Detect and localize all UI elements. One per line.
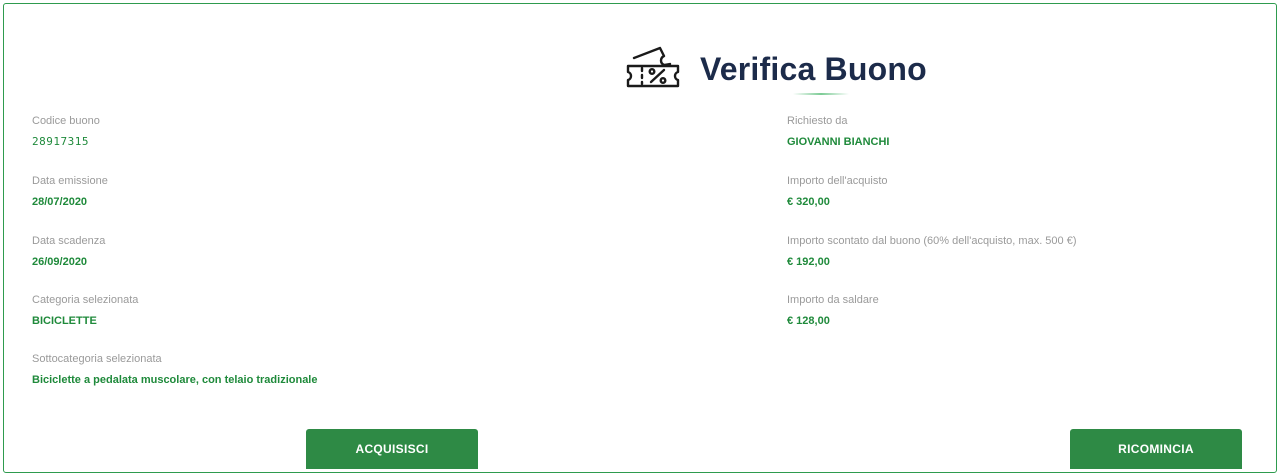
restart-button[interactable]: RICOMINCIA [1070,429,1242,469]
field-value: GIOVANNI BIANCHI [787,136,890,148]
field-requested-by: Richiesto da GIOVANNI BIANCHI [787,114,889,149]
field-label: Importo da saldare [787,294,879,306]
field-label: Importo dell'acquisto [787,175,888,187]
field-value: 26/09/2020 [32,256,88,268]
field-subcategory: Sottocategoria selezionata Biciclette a … [32,352,317,387]
field-label: Richiesto da [787,115,848,127]
field-value: € 128,00 [787,315,830,327]
field-value: Biciclette a pedalata muscolare, con tel… [32,374,318,386]
field-category: Categoria selezionata BICICLETTE [32,293,138,328]
field-label: Categoria selezionata [32,294,139,306]
field-label: Importo scontato dal buono (60% dell'acq… [787,235,1077,247]
field-value: 28/07/2020 [32,196,88,208]
field-discount-amount: Importo scontato dal buono (60% dell'acq… [787,234,1077,269]
field-value: € 320,00 [787,196,830,208]
field-balance-due: Importo da saldare € 128,00 [787,293,879,328]
page-header: Verifica Buono [620,44,927,94]
field-value: € 192,00 [787,256,830,268]
field-expiry-date: Data scadenza 26/09/2020 [32,234,105,269]
acquire-button[interactable]: ACQUISISCI [306,429,478,469]
field-label: Codice buono [32,115,100,127]
ticket-discount-icon [620,44,686,94]
field-label: Sottocategoria selezionata [32,353,162,365]
field-label: Data emissione [32,175,108,187]
field-value: 28917315 [32,135,89,148]
field-purchase-amount: Importo dell'acquisto € 320,00 [787,174,888,209]
field-value: BICICLETTE [32,315,97,327]
field-issue-date: Data emissione 28/07/2020 [32,174,108,209]
field-label: Data scadenza [32,235,106,247]
title-underline [793,93,849,95]
page-title: Verifica Buono [700,50,927,87]
field-voucher-code: Codice buono 28917315 [32,114,100,149]
